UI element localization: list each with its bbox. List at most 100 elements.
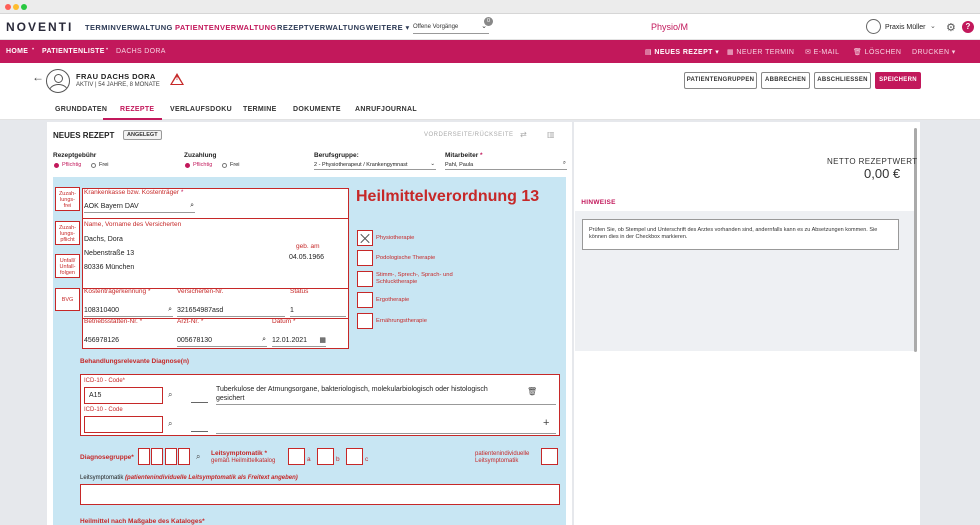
- tab-dokumente[interactable]: DOKUMENTE: [293, 106, 341, 113]
- nav-patientenverwaltung[interactable]: PATIENTENVERWALTUNG: [175, 23, 277, 32]
- tab-verlaufsdoku[interactable]: VERLAUFSDOKU: [170, 106, 232, 113]
- therapy-podo-checkbox[interactable]: [357, 250, 373, 266]
- bsnr-label-text: Betriebsstätten-Nr.: [84, 318, 138, 325]
- diagnosis-group-box-1[interactable]: [138, 448, 150, 465]
- fee-required-radio[interactable]: [54, 163, 59, 168]
- status-value: 1: [290, 307, 294, 314]
- date-input[interactable]: 12.01.2021 ▦: [272, 335, 326, 347]
- vorgaenge-select[interactable]: Offene Vorgänge ⌄: [413, 21, 489, 34]
- status-input[interactable]: 1: [290, 305, 346, 317]
- trash-icon[interactable]: 🗑: [527, 387, 537, 396]
- icd1-description: Tuberkulose der Atmungsorgane, bakteriol…: [216, 386, 488, 402]
- icd1-input[interactable]: A15: [84, 387, 163, 404]
- patient-specific-label: patientenindividuelle Leitsymptomatik: [475, 451, 530, 464]
- employee-label: Mitarbeiter *: [445, 152, 483, 159]
- tab-anrufjournal[interactable]: ANRUFJOURNAL: [355, 106, 417, 113]
- checkbox-unfall[interactable]: Unfall/ Unfall- folgen: [55, 254, 80, 278]
- fee-free-radio[interactable]: [91, 163, 96, 168]
- user-avatar-icon[interactable]: [866, 19, 881, 34]
- breadcrumb-patientenliste[interactable]: PATIENTENLISTE: [42, 48, 105, 55]
- therapy-physio-checkbox[interactable]: [357, 230, 373, 246]
- breadcrumb-current: DACHS DORA: [116, 48, 166, 55]
- new-appointment-button[interactable]: ▦ NEUER TERMIN: [727, 48, 794, 56]
- fee-label: Rezeptgebühr: [53, 152, 97, 159]
- divider: [216, 433, 556, 434]
- minimize-window-icon[interactable]: [13, 4, 19, 10]
- leitsym-c-checkbox[interactable]: [346, 448, 363, 465]
- new-appointment-label: NEUER TERMIN: [736, 49, 795, 56]
- breadcrumb-home[interactable]: HOME: [6, 48, 28, 55]
- cancel-button[interactable]: ABBRECHEN: [761, 72, 810, 89]
- swap-icon[interactable]: ⇄: [520, 130, 527, 139]
- therapy-ergo-checkbox[interactable]: [357, 292, 373, 308]
- insurer-label-text: Krankenkasse bzw. Kostenträger: [84, 189, 180, 196]
- plus-icon[interactable]: +: [543, 417, 549, 429]
- kt-input[interactable]: 108310400 ⌕: [84, 305, 173, 317]
- maximize-window-icon[interactable]: [21, 4, 27, 10]
- book-icon[interactable]: ▥: [547, 130, 555, 139]
- checkbox-bvg[interactable]: BVG: [55, 288, 80, 311]
- email-label: E-MAIL: [813, 49, 840, 56]
- diagnosis-group-box-3[interactable]: [165, 448, 177, 465]
- profession-select[interactable]: 2 - Physiotherapeut / Krankengymnast ⌄: [314, 160, 436, 170]
- leitsym-a-checkbox[interactable]: [288, 448, 305, 465]
- search-icon: ⌕: [190, 202, 194, 209]
- lanr-input[interactable]: 005678130 ⌕: [177, 335, 267, 347]
- email-button[interactable]: ✉ E-MAIL: [805, 48, 839, 56]
- nav-rezeptverwaltung[interactable]: REZEPTVERWALTUNG: [277, 23, 366, 32]
- therapy-nutrition-checkbox[interactable]: [357, 313, 373, 329]
- copay-required-label: Pflichtig: [193, 162, 213, 168]
- patient-groups-button[interactable]: PATIENTENGRUPPEN: [684, 72, 757, 89]
- side-toggle-label[interactable]: VORDERSEITE/RÜCKSEITE: [424, 132, 514, 138]
- lanr-value: 005678130: [177, 337, 213, 344]
- patient-specific-checkbox[interactable]: [541, 448, 558, 465]
- catalog-label: Heilmittel nach Maßgabe des Kataloges*: [80, 518, 205, 525]
- search-icon[interactable]: ⌕: [168, 390, 172, 400]
- diagnosis-group-box-4[interactable]: [178, 448, 190, 465]
- profession-label: Berufsgruppe:: [314, 152, 359, 159]
- tab-rezepte[interactable]: REZEPTE: [120, 106, 154, 113]
- copay-free-radio[interactable]: [222, 163, 227, 168]
- new-recipe-button[interactable]: ▤ NEUES REZEPT ▾: [645, 48, 719, 56]
- back-arrow-icon[interactable]: ←: [32, 70, 44, 84]
- help-icon[interactable]: ?: [962, 21, 974, 33]
- therapy-speech-label: Stimm-, Sprech-, Sprach- und Schluckther…: [376, 272, 453, 285]
- search-icon: ⌕: [562, 160, 566, 166]
- calendar-icon[interactable]: ▦: [319, 336, 326, 344]
- print-button[interactable]: DRUCKEN ▾: [912, 48, 956, 56]
- diagnosis-group-box-2[interactable]: [151, 448, 163, 465]
- finish-button[interactable]: ABSCHLIESSEN: [814, 72, 871, 89]
- copay-label: Zuzahlung: [184, 152, 217, 159]
- user-name[interactable]: Praxis Müller: [885, 24, 925, 31]
- vnr-label-text: Versicherten-Nr.: [177, 288, 224, 295]
- vnr-label: Versicherten-Nr.: [177, 288, 224, 295]
- vnr-input[interactable]: 321654987asd: [177, 305, 285, 317]
- copay-required-radio[interactable]: [185, 163, 190, 168]
- therapy-speech-checkbox[interactable]: [357, 271, 373, 287]
- hint-tab[interactable]: HINWEISE: [575, 194, 622, 211]
- nav-weitere[interactable]: WEITERE ▾: [366, 23, 410, 32]
- leitsym-b-checkbox[interactable]: [317, 448, 334, 465]
- nav-terminverwaltung[interactable]: TERMINVERWALTUNG: [85, 23, 173, 32]
- print-label: DRUCKEN: [912, 49, 950, 56]
- breadcrumb-separator-icon: •: [106, 47, 109, 53]
- user-menu-chevron-icon[interactable]: ⌄: [930, 22, 936, 30]
- delete-button[interactable]: 🗑 LÖSCHEN: [853, 48, 901, 56]
- icd2-input[interactable]: [84, 416, 163, 433]
- gear-icon[interactable]: ⚙: [946, 21, 956, 34]
- insurer-input[interactable]: AOK Bayern DAV ⌕: [84, 201, 195, 213]
- save-button[interactable]: SPEICHERN: [875, 72, 921, 89]
- checkbox-zuzahlungspflicht[interactable]: Zuzah- lungs- pflicht: [55, 221, 80, 245]
- checkbox-zuzahlungsfrei[interactable]: Zuzah- lungs- frei: [55, 187, 80, 211]
- leitsym-free-input[interactable]: [80, 484, 560, 505]
- close-window-icon[interactable]: [5, 4, 11, 10]
- warning-icon[interactable]: !: [170, 73, 184, 85]
- search-icon[interactable]: ⌕: [196, 452, 200, 462]
- dash: [191, 431, 208, 432]
- zuzahlungspflicht-label: Zuzah- lungs- pflicht: [58, 225, 77, 243]
- leitsym-label: Leitsymptomatik *: [211, 450, 267, 457]
- search-icon[interactable]: ⌕: [168, 419, 172, 429]
- tab-termine[interactable]: TERMINE: [243, 106, 277, 113]
- tab-grunddaten[interactable]: GRUNDDATEN: [55, 106, 107, 113]
- employee-input[interactable]: Pahl, Paula ⌕: [445, 160, 567, 170]
